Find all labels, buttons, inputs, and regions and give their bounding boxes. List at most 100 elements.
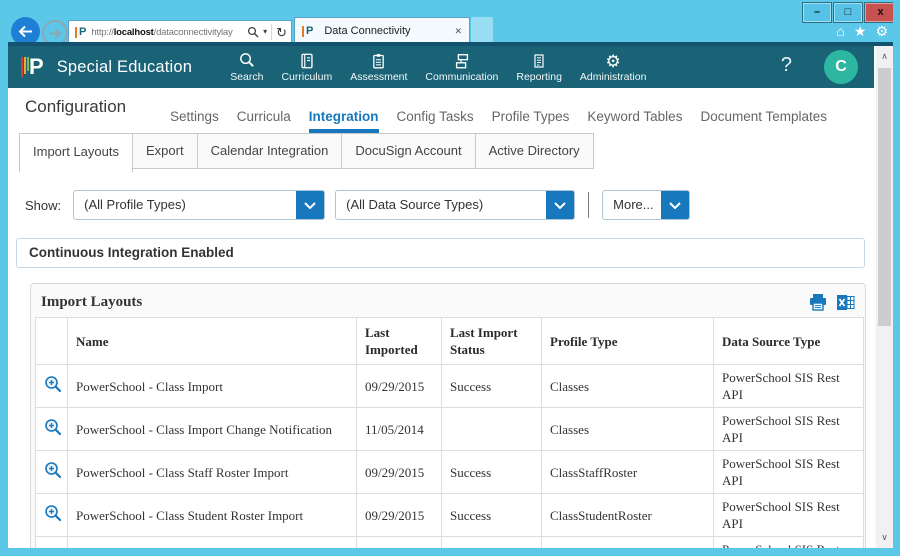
table-row[interactable]: PowerSchool - Class Import 09/29/2015 Su…	[36, 365, 864, 408]
tab-docusign-account[interactable]: DocuSign Account	[341, 133, 475, 169]
tab-calendar-integration[interactable]: Calendar Integration	[197, 133, 343, 169]
page-content: Configuration Settings Curricula Integra…	[8, 88, 874, 548]
chevron-down-icon[interactable]	[546, 191, 574, 219]
tab-export[interactable]: Export	[132, 133, 198, 169]
refresh-icon[interactable]: ↻	[276, 26, 287, 39]
config-link-curricula[interactable]: Curricula	[237, 109, 291, 133]
tab-active-directory[interactable]: Active Directory	[475, 133, 594, 169]
cell-last-imported: 09/29/2015	[357, 451, 442, 494]
panel-title: Import Layouts	[41, 294, 142, 311]
browser-tab[interactable]: P Data Connectivity ✕	[294, 17, 470, 44]
window-frame-right	[893, 0, 900, 556]
zoom-in-icon[interactable]	[44, 375, 62, 393]
row-zoom-cell	[36, 408, 68, 451]
cell-data-source-type: PowerSchool SIS Rest API	[714, 451, 864, 494]
zoom-in-icon[interactable]	[44, 504, 62, 522]
cell-data-source-type: PowerSchool SIS Rest API	[714, 408, 864, 451]
table-row[interactable]: PowerSchool SIS Rest API	[36, 537, 864, 549]
integration-subtabs: Import Layouts Export Calendar Integrati…	[20, 133, 594, 173]
cell-profile-type	[542, 537, 714, 549]
table-row[interactable]: PowerSchool - Class Student Roster Impor…	[36, 494, 864, 537]
url-text: http://localhost/dataconnectivitylay	[91, 27, 247, 38]
search-icon[interactable]	[247, 26, 259, 38]
site-favicon: P	[75, 27, 86, 38]
row-zoom-cell	[36, 494, 68, 537]
help-button[interactable]: ?	[781, 54, 792, 77]
powerschool-logo-icon: P	[21, 53, 44, 81]
nav-item-administration[interactable]: ⚙ Administration	[580, 52, 647, 83]
row-zoom-cell	[36, 365, 68, 408]
header-data-source-type: Data Source Type	[714, 318, 864, 365]
row-zoom-cell	[36, 537, 68, 549]
config-link-integration[interactable]: Integration	[309, 109, 379, 133]
maximize-button[interactable]: □	[833, 2, 863, 23]
config-link-keyword-tables[interactable]: Keyword Tables	[587, 109, 682, 133]
filter-divider	[588, 192, 589, 218]
table-header-row: Name Last Imported Last Import Status Pr…	[36, 318, 864, 365]
table-row[interactable]: PowerSchool - Class Import Change Notifi…	[36, 408, 864, 451]
cell-last-imported: 09/29/2015	[357, 365, 442, 408]
main-nav: Search Curriculum Assessment Communicati…	[230, 52, 646, 83]
cell-last-import-status: Success	[442, 494, 542, 537]
data-source-type-select[interactable]: (All Data Source Types)	[335, 190, 575, 220]
url-dropdown-icon[interactable]: ▾	[263, 28, 267, 36]
config-link-document-templates[interactable]: Document Templates	[700, 109, 827, 133]
more-select[interactable]: More...	[602, 190, 690, 220]
config-nav-row: Configuration Settings Curricula Integra…	[8, 88, 874, 133]
cell-name: PowerSchool - Class Import Change Notifi…	[68, 408, 357, 451]
minimize-button[interactable]: –	[802, 2, 832, 23]
nav-item-reporting[interactable]: Reporting	[516, 52, 562, 83]
cell-data-source-type: PowerSchool SIS Rest API	[714, 494, 864, 537]
tab-favicon: P	[302, 26, 313, 37]
cell-profile-type: Classes	[542, 365, 714, 408]
back-arrow-icon	[18, 25, 33, 38]
gear-icon: ⚙	[606, 52, 621, 70]
cell-data-source-type: PowerSchool SIS Rest API	[714, 537, 864, 549]
print-icon[interactable]	[808, 293, 828, 311]
config-link-profile-types[interactable]: Profile Types	[492, 109, 570, 133]
import-layouts-table: Name Last Imported Last Import Status Pr…	[35, 317, 864, 548]
scroll-up-icon[interactable]: ∧	[876, 48, 893, 65]
excel-export-icon[interactable]	[836, 294, 855, 311]
zoom-in-icon[interactable]	[44, 461, 62, 479]
tab-import-layouts[interactable]: Import Layouts	[19, 133, 133, 173]
close-icon: x	[877, 7, 883, 18]
cell-last-import-status	[442, 537, 542, 549]
tab-close-icon[interactable]: ✕	[454, 26, 462, 37]
scrollbar-thumb[interactable]	[878, 68, 891, 326]
org-boxes-icon	[453, 52, 471, 70]
scroll-down-icon[interactable]: ∨	[876, 529, 893, 546]
nav-item-curriculum[interactable]: Curriculum	[281, 52, 332, 83]
new-tab-stub[interactable]	[471, 17, 493, 44]
table-row[interactable]: PowerSchool - Class Staff Roster Import …	[36, 451, 864, 494]
favorites-star-icon[interactable]: ★	[854, 24, 867, 38]
home-icon[interactable]: ⌂	[836, 24, 844, 38]
user-avatar[interactable]: C	[824, 50, 858, 84]
window-controls: – □ x	[801, 2, 897, 23]
header-name: Name	[68, 318, 357, 365]
page-title: Configuration	[25, 97, 126, 117]
document-icon	[531, 52, 547, 70]
address-bar[interactable]: P http://localhost/dataconnectivitylay ▾…	[68, 20, 292, 44]
row-zoom-cell	[36, 451, 68, 494]
nav-item-assessment[interactable]: Assessment	[350, 52, 407, 83]
cell-last-import-status: Success	[442, 365, 542, 408]
cell-last-import-status: Success	[442, 451, 542, 494]
nav-item-communication[interactable]: Communication	[425, 52, 498, 83]
config-link-settings[interactable]: Settings	[170, 109, 219, 133]
nav-item-search[interactable]: Search	[230, 52, 263, 83]
zoom-in-icon[interactable]	[44, 418, 62, 436]
vertical-scrollbar[interactable]: ∧ ∨	[874, 46, 893, 548]
chevron-down-icon[interactable]	[661, 191, 689, 219]
config-link-config-tasks[interactable]: Config Tasks	[397, 109, 474, 133]
banner-text: Continuous Integration Enabled	[17, 239, 864, 267]
window-frame-bottom	[0, 548, 900, 556]
forward-arrow-icon	[49, 28, 62, 39]
cell-profile-type: Classes	[542, 408, 714, 451]
profile-type-select[interactable]: (All Profile Types)	[73, 190, 325, 220]
settings-gear-icon[interactable]: ⚙	[875, 24, 888, 38]
import-layouts-panel: Import Layouts Name Last Import	[30, 283, 866, 548]
cell-profile-type: ClassStaffRoster	[542, 451, 714, 494]
cell-profile-type: ClassStudentRoster	[542, 494, 714, 537]
chevron-down-icon[interactable]	[296, 191, 324, 219]
